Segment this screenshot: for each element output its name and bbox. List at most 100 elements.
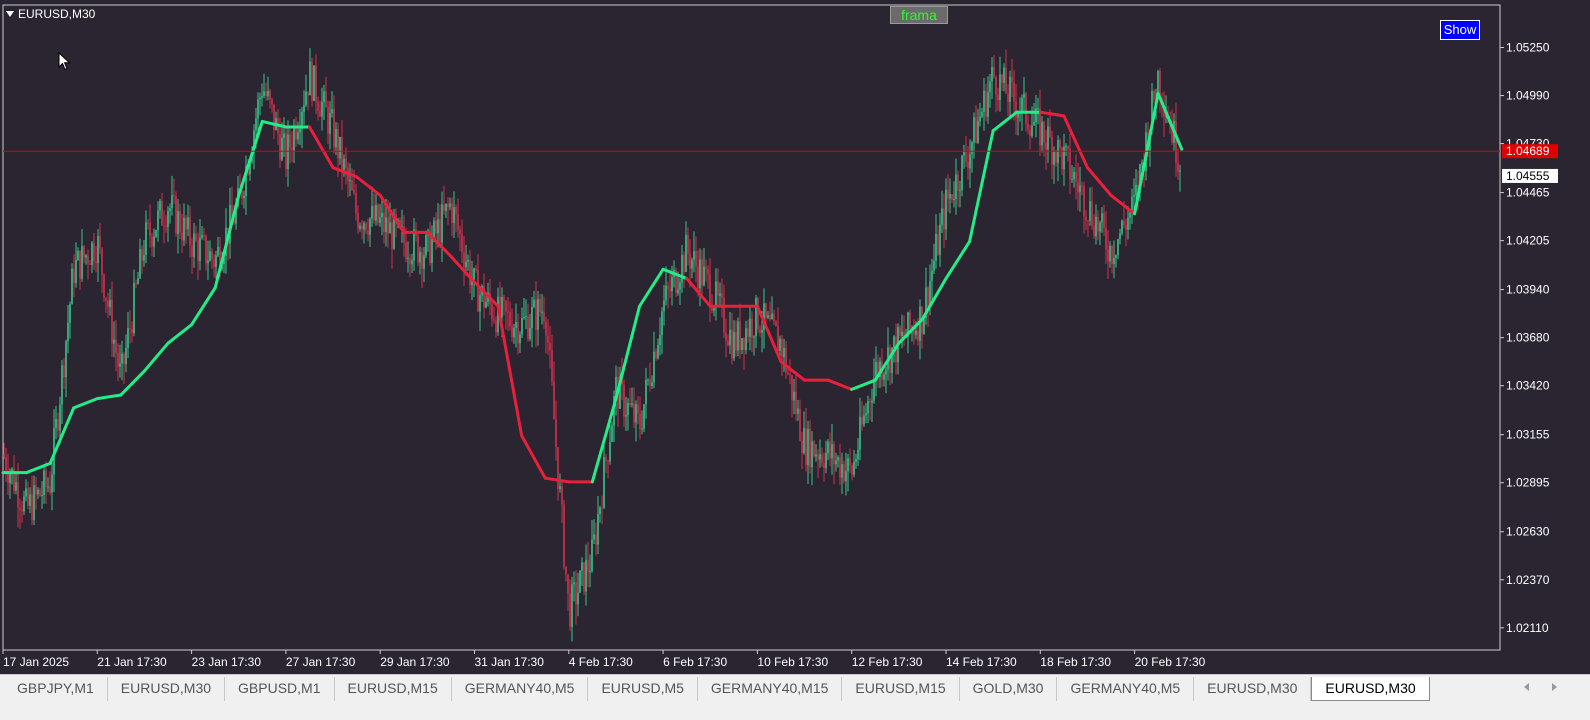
candle-body (317, 101, 319, 111)
candle-body (643, 404, 645, 429)
candle-body (839, 457, 841, 478)
candle-body (201, 234, 203, 238)
candle-body (413, 229, 415, 261)
candle-body (457, 214, 459, 230)
candle-body (1029, 129, 1031, 137)
x-tick-label: 10 Feb 17:30 (757, 655, 828, 669)
candle-body (433, 220, 435, 239)
candle-body (363, 223, 365, 230)
candle-body (1063, 146, 1065, 170)
candle-body (387, 217, 389, 234)
dropdown-triangle-icon[interactable] (6, 11, 14, 17)
candle-body (423, 255, 425, 269)
candle-body (699, 259, 701, 289)
candle-body (447, 203, 449, 208)
candle-body (787, 372, 789, 374)
candle-body (269, 90, 271, 100)
tab-eurusd-m30-10[interactable]: EURUSD,M30 (1194, 677, 1312, 701)
candle-body (445, 203, 447, 211)
candle-body (43, 470, 45, 495)
candle-body (75, 260, 77, 284)
tab-germany40-m5-9[interactable]: GERMANY40,M5 (1057, 677, 1195, 701)
price-chart[interactable]: 1.052501.049901.047301.044651.042051.039… (0, 0, 1590, 674)
candle-body (377, 204, 379, 223)
candle-body (573, 582, 575, 585)
tab-gbpjpy-m1-0[interactable]: GBPJPY,M1 (4, 677, 108, 701)
candle-body (833, 444, 835, 465)
candle-body (823, 462, 825, 469)
candle-body (865, 413, 867, 416)
candle-body (335, 129, 337, 148)
y-tick-label: 1.04465 (1506, 186, 1550, 200)
candle-body (543, 311, 545, 322)
symbol-label[interactable]: EURUSD,M30 (6, 6, 95, 22)
candle-body (745, 328, 747, 351)
candle-body (515, 321, 517, 328)
tab-eurusd-m15-3[interactable]: EURUSD,M15 (335, 677, 452, 701)
tab-scroll-left-icon[interactable] (1524, 683, 1529, 691)
candle-body (173, 195, 175, 197)
candle-body (977, 121, 979, 143)
candle-body (961, 155, 963, 191)
candle-body (1093, 225, 1095, 237)
candle-body (327, 107, 329, 134)
candle-body (79, 250, 81, 279)
candle-body (191, 245, 193, 258)
candle-body (999, 74, 1001, 101)
candle-body (491, 304, 493, 320)
candle-body (769, 315, 771, 320)
candle-body (369, 218, 371, 235)
candle-body (171, 195, 173, 209)
candle-body (329, 112, 331, 134)
candle-body (343, 158, 345, 170)
candle-body (435, 220, 437, 234)
candle-body (609, 441, 611, 462)
candle-body (389, 222, 391, 234)
candle-body (549, 343, 551, 351)
candle-body (649, 379, 651, 386)
candle-body (853, 461, 855, 475)
tab-germany40-m5-4[interactable]: GERMANY40,M5 (452, 677, 589, 701)
candle-body (467, 259, 469, 262)
candle-body (211, 251, 213, 260)
candle-body (801, 440, 803, 453)
tab-scroll-right-icon[interactable] (1552, 683, 1557, 691)
candle-body (1111, 245, 1113, 265)
tab-eurusd-m30-11[interactable]: EURUSD,M30 (1311, 677, 1430, 701)
candle-body (899, 327, 901, 337)
tab-eurusd-m5-5[interactable]: EURUSD,M5 (588, 677, 698, 701)
candle-body (671, 277, 673, 292)
show-button[interactable]: Show (1440, 20, 1480, 40)
candle-body (419, 252, 421, 263)
candle-body (831, 444, 833, 459)
candle-body (29, 494, 31, 506)
candle-body (181, 232, 183, 241)
tab-gold-m30-8[interactable]: GOLD,M30 (960, 677, 1058, 701)
candle-body (513, 327, 515, 338)
candle-body (943, 208, 945, 230)
candle-body (529, 328, 531, 339)
candle-body (101, 248, 103, 275)
tab-eurusd-m30-1[interactable]: EURUSD,M30 (108, 677, 226, 701)
candle-body (1073, 172, 1075, 179)
candle-body (1021, 97, 1023, 113)
tab-gbpusd-m1-2[interactable]: GBPUSD,M1 (225, 677, 335, 701)
candle-body (177, 211, 179, 234)
candle-body (495, 320, 497, 333)
candle-body (965, 151, 967, 162)
candle-body (85, 255, 87, 258)
candle-body (957, 174, 959, 191)
candle-body (719, 293, 721, 296)
candle-body (143, 255, 145, 261)
candle-body (811, 441, 813, 468)
candle-body (463, 252, 465, 268)
candle-body (945, 189, 947, 230)
candle-body (987, 92, 989, 117)
chart-window[interactable]: 1.05250 1.04990 1.04730 1.04465 1.04205 1.039… (0, 0, 1590, 674)
candle-body (973, 117, 975, 143)
candle-body (15, 482, 17, 491)
tab-eurusd-m15-7[interactable]: EURUSD,M15 (842, 677, 960, 701)
candle-body (535, 299, 537, 330)
tab-germany40-m15-6[interactable]: GERMANY40,M15 (698, 677, 843, 701)
candle-body (507, 311, 509, 313)
